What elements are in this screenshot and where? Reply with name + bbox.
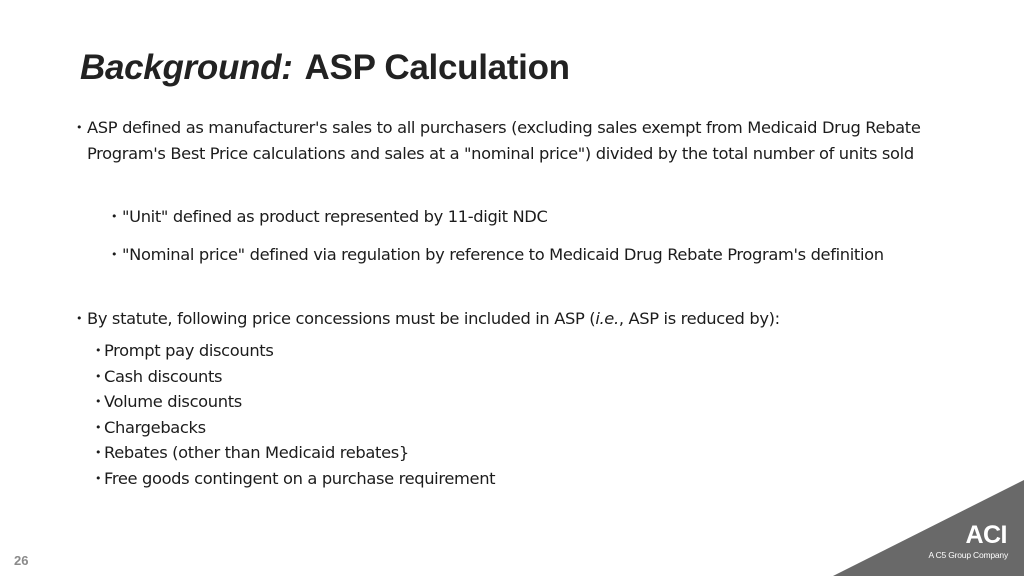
bullet-icon: • [95, 420, 102, 434]
bullet-icon: • [95, 344, 102, 357]
title-main: ASP Calculation [304, 48, 571, 87]
sub-bullet-unit: • "Unit" defined as product represented … [111, 204, 931, 230]
statute-text-suffix: , ASP is reduced by): [618, 309, 780, 328]
page-number: 26 [14, 553, 29, 568]
title-prefix: Background: [80, 48, 293, 87]
bullet-icon: • [111, 248, 118, 261]
list-item: • Free goods contingent on a purchase req… [95, 466, 695, 492]
slide-title: Background: ASP Calculation [80, 48, 570, 88]
bullet-icon: • [111, 210, 118, 223]
bullet-asp-definition: • ASP defined as manufacturer's sales to… [76, 115, 956, 166]
statute-text-prefix: By statute, following price concessions … [87, 309, 596, 328]
statute-text-italic: i.e. [595, 309, 619, 328]
bullet-text: "Nominal price" defined via regulation b… [122, 245, 884, 264]
list-item: • Prompt pay discounts [95, 338, 695, 364]
list-item: • Volume discounts [95, 389, 695, 415]
aci-tagline: A C5 Group Company [928, 550, 1008, 560]
list-item-text: Volume discounts [104, 392, 242, 412]
bullet-text: ASP defined as manufacturer's sales to a… [87, 118, 921, 163]
bullet-text: By statute, following price concessions … [87, 306, 780, 332]
concessions-list: • Prompt pay discounts • Cash discounts • V… [95, 338, 695, 492]
list-item: • Cash discounts [95, 364, 695, 390]
list-item: • Chargebacks [95, 415, 695, 441]
sub-bullet-nominal-price: • "Nominal price" defined via regulation… [111, 242, 891, 268]
bullet-icon: • [76, 121, 83, 134]
aci-logo: ACI [965, 521, 1007, 549]
list-item-text: Rebates (other than Medicaid rebates} [104, 443, 409, 463]
list-item: • Rebates (other than Medicaid rebates} [95, 440, 695, 466]
bullet-icon: • [95, 471, 102, 485]
list-item-text: Prompt pay discounts [104, 341, 274, 360]
list-item-text: Chargebacks [104, 417, 206, 437]
list-item-text: Cash discounts [104, 366, 223, 386]
bullet-text: "Unit" defined as product represented by… [122, 207, 548, 226]
bullet-icon: • [95, 369, 102, 383]
list-item-text: Free goods contingent on a purchase requ… [104, 468, 496, 488]
bullet-icon: • [95, 395, 102, 409]
bullet-statute: • By statute, following price concession… [76, 306, 956, 332]
bullet-icon: • [95, 446, 102, 460]
bullet-icon: • [76, 312, 83, 325]
